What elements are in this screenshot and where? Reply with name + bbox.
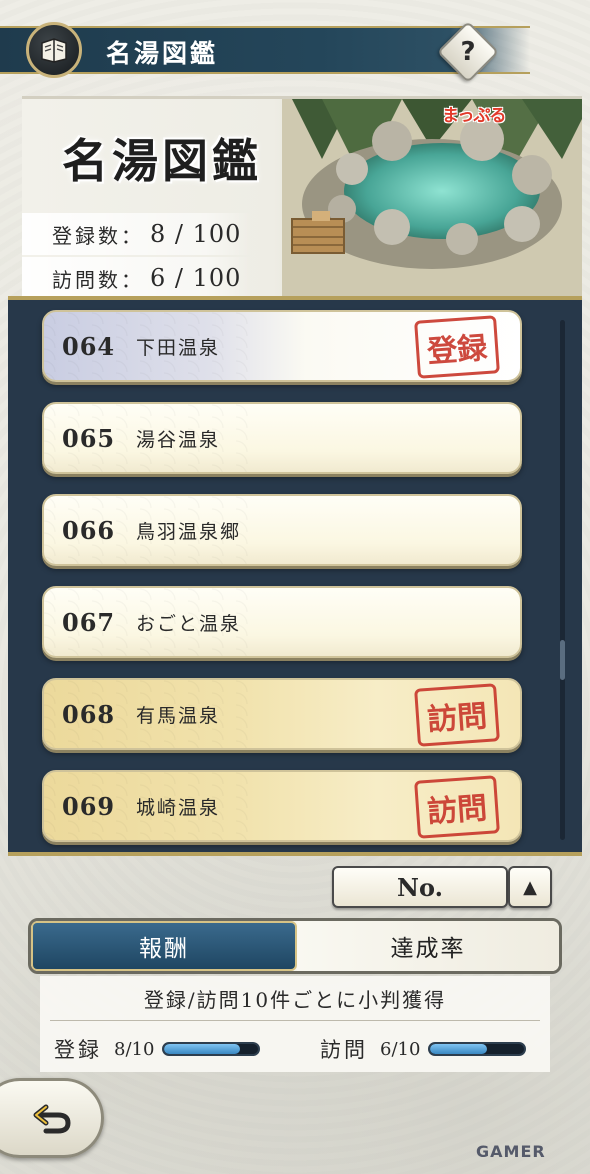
hot-spring-illustration: [282, 99, 582, 296]
tab-completion-rate[interactable]: 達成率: [297, 921, 559, 971]
encyclopedia-banner: まっぷる 名湯図鑑 登録数： 8 / 100 訪問数： 6 / 100: [22, 96, 582, 296]
mapple-logo: まっぷる: [442, 106, 506, 126]
return-arrow-icon: [31, 1097, 73, 1139]
item-number: 064: [62, 331, 116, 361]
visited-progress-value: 6/10: [380, 1038, 421, 1060]
triangle-up-icon: ▲: [523, 876, 537, 898]
item-number: 065: [62, 423, 116, 453]
visited-progress-bar: [428, 1042, 527, 1056]
banner-title: 名湯図鑑: [62, 134, 262, 188]
page-title: 名湯図鑑: [106, 39, 219, 68]
registered-progress: 登録 8/10: [54, 1034, 261, 1064]
visited-stamp: 訪問: [414, 775, 500, 839]
visited-count-row: 訪問数： 6 / 100: [22, 257, 252, 296]
visited-progress: 訪問 6/10: [320, 1034, 527, 1064]
divider: [50, 1020, 540, 1021]
sort-direction-button[interactable]: ▲: [508, 866, 552, 908]
list-item-067[interactable]: 067 おごと温泉: [42, 586, 522, 658]
list-item-064[interactable]: 064 下田温泉 登録: [42, 310, 522, 382]
item-number: 067: [62, 607, 116, 637]
visited-stamp: 訪問: [414, 683, 500, 747]
item-number: 069: [62, 791, 116, 821]
registered-count-row: 登録数： 8 / 100: [22, 213, 252, 255]
registered-progress-fill: [164, 1044, 240, 1054]
registered-count-value: 8 / 100: [150, 220, 242, 248]
visited-count-label: 訪問数：: [52, 267, 144, 292]
reward-info-panel: 登録/訪問10件ごとに小判獲得 登録 8/10 訪問 6/10: [40, 976, 550, 1072]
registered-progress-bar: [162, 1042, 261, 1056]
list-item-065[interactable]: 065 湯谷温泉: [42, 402, 522, 474]
visited-progress-fill: [430, 1044, 487, 1054]
list-item-069[interactable]: 069 城崎温泉 訪問: [42, 770, 522, 842]
reward-description: 登録/訪問10件ごとに小判獲得: [143, 988, 447, 1012]
hot-spring-list[interactable]: 064 下田温泉 登録 065 湯谷温泉 066 鳥羽温泉郷 067 おごと温泉…: [8, 296, 582, 856]
list-item-068[interactable]: 068 有馬温泉 訪問: [42, 678, 522, 750]
item-number: 066: [62, 515, 116, 545]
item-name: おごと温泉: [136, 612, 242, 635]
visited-progress-label: 訪問: [320, 1038, 368, 1062]
registered-stamp: 登録: [414, 315, 500, 379]
item-name: 鳥羽温泉郷: [136, 520, 242, 543]
registered-progress-label: 登録: [54, 1038, 102, 1062]
header-bar: 名湯図鑑 ?: [0, 20, 590, 84]
question-icon: ?: [460, 37, 476, 67]
visited-count-value: 6 / 100: [150, 264, 242, 292]
item-name: 城崎温泉: [136, 796, 221, 819]
gamer-watermark: GAMER: [476, 1142, 546, 1161]
item-name: 湯谷温泉: [136, 428, 221, 451]
item-number: 068: [62, 699, 116, 729]
list-item-066[interactable]: 066 鳥羽温泉郷: [42, 494, 522, 566]
bottom-tabs: 報酬 達成率: [28, 918, 562, 974]
scrollbar-thumb[interactable]: [560, 640, 565, 680]
registered-count-label: 登録数：: [52, 223, 144, 248]
sort-field-button[interactable]: No.: [332, 866, 508, 908]
item-name: 有馬温泉: [136, 704, 221, 727]
book-icon: [26, 22, 82, 78]
registered-progress-value: 8/10: [114, 1038, 155, 1060]
tab-rewards[interactable]: 報酬: [31, 921, 297, 971]
list-scrollbar[interactable]: [560, 320, 565, 840]
back-button[interactable]: [0, 1078, 104, 1158]
item-name: 下田温泉: [136, 336, 221, 359]
